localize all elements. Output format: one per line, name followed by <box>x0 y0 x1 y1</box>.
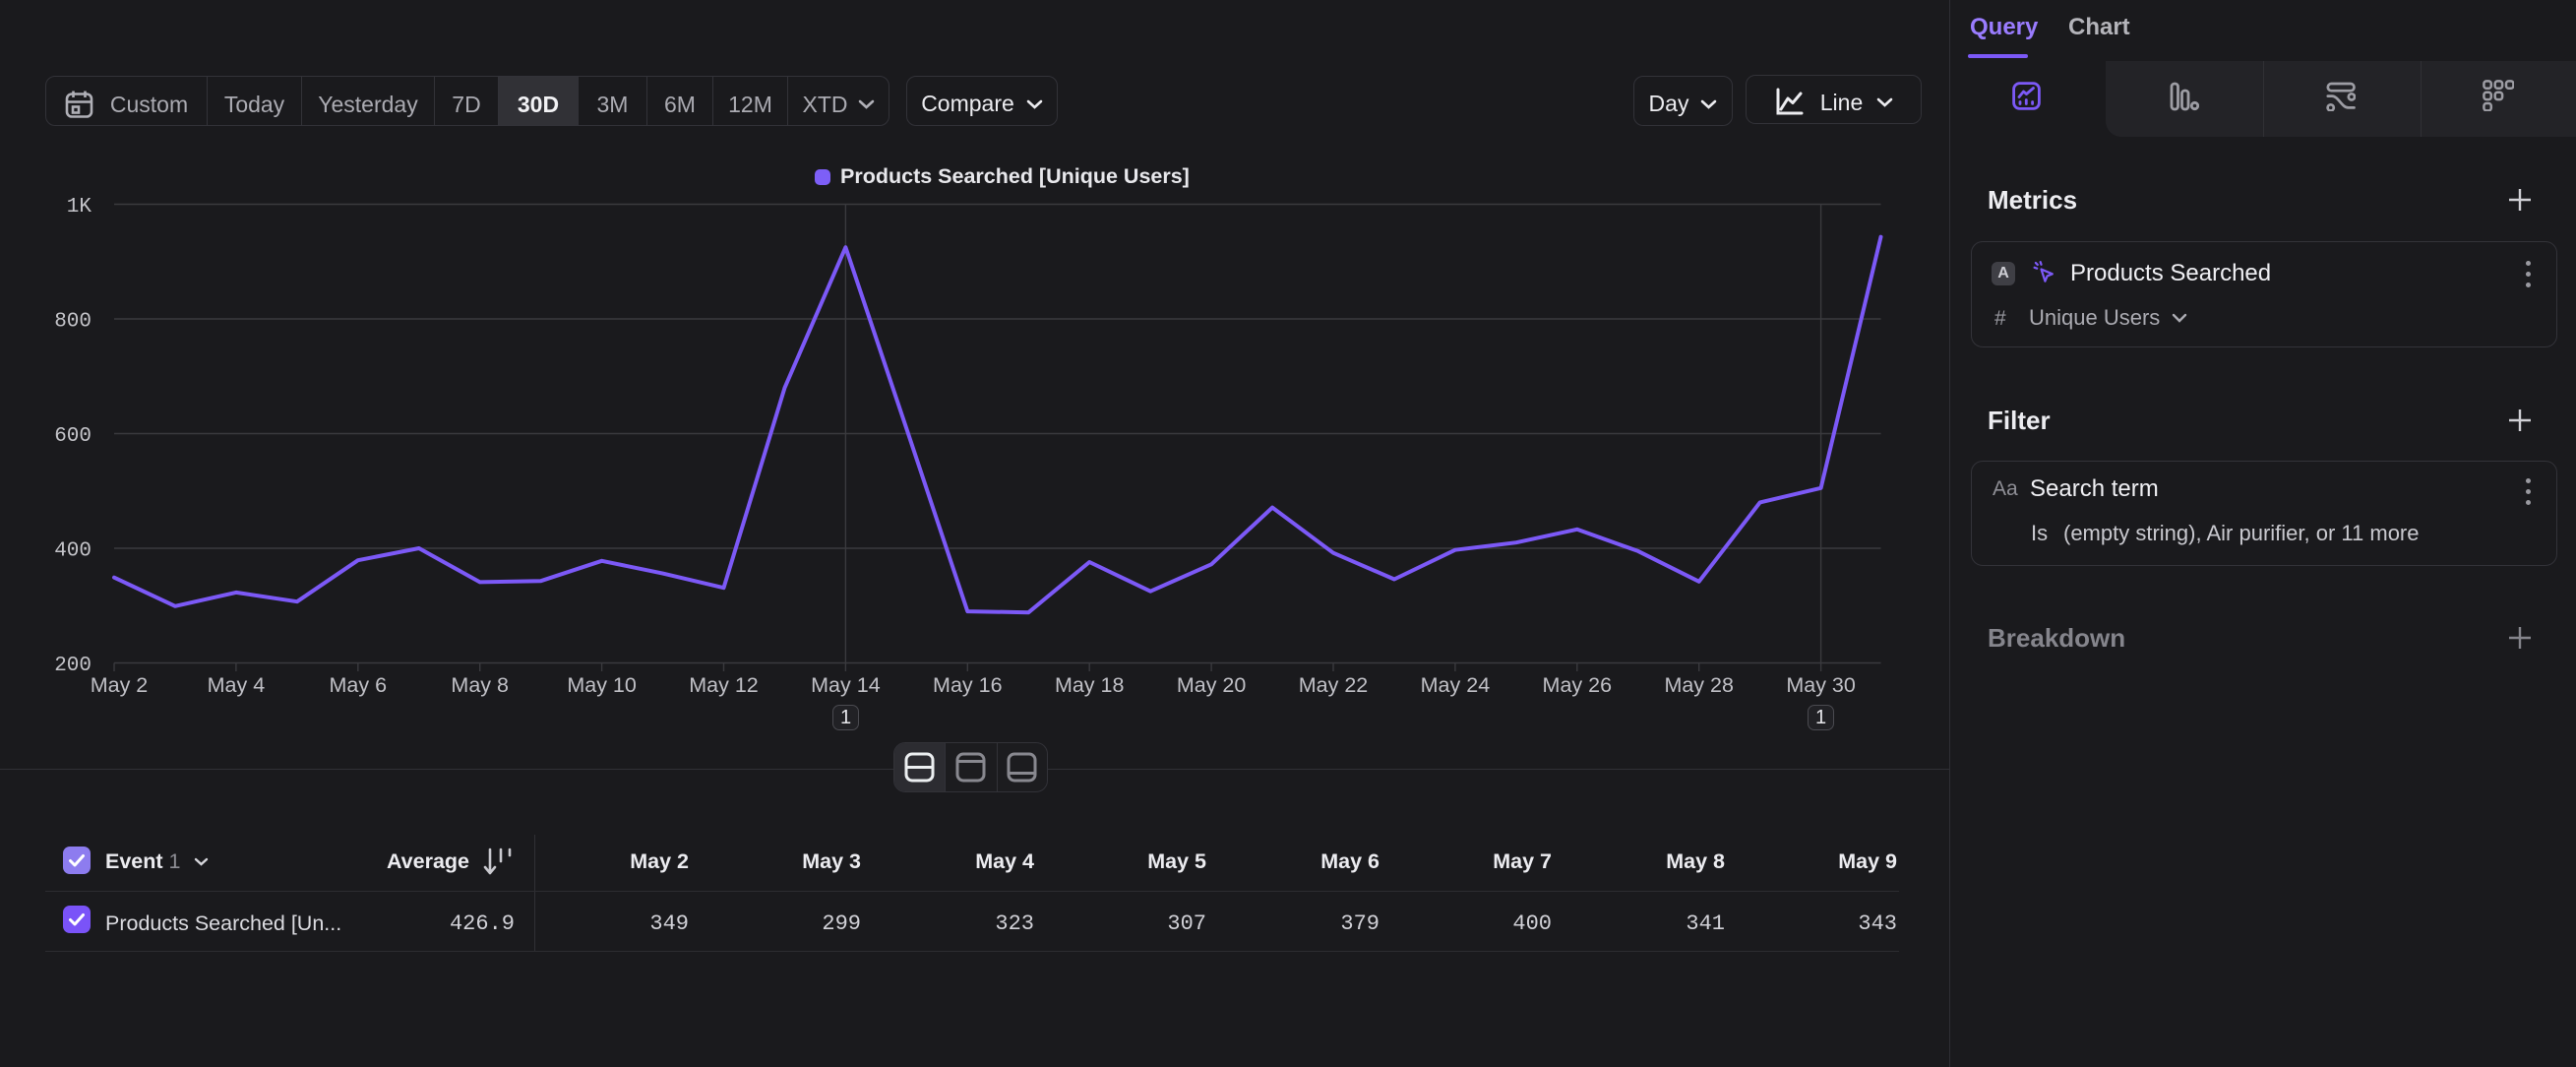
svg-text:May 26: May 26 <box>1543 673 1613 697</box>
svg-text:600: 600 <box>54 425 92 448</box>
svg-text:May 16: May 16 <box>933 673 1003 697</box>
svg-text:May 8: May 8 <box>451 673 509 697</box>
svg-text:May 4: May 4 <box>208 673 266 697</box>
svg-text:May 20: May 20 <box>1177 673 1247 697</box>
svg-text:May 12: May 12 <box>689 673 759 697</box>
svg-text:200: 200 <box>54 655 92 677</box>
svg-text:May 28: May 28 <box>1664 673 1734 697</box>
svg-text:May 18: May 18 <box>1055 673 1125 697</box>
svg-text:May 2: May 2 <box>91 673 149 697</box>
svg-text:400: 400 <box>54 540 92 563</box>
svg-text:1K: 1K <box>67 196 92 219</box>
svg-text:May 24: May 24 <box>1421 673 1491 697</box>
svg-text:May 14: May 14 <box>811 673 881 697</box>
svg-text:May 6: May 6 <box>330 673 388 697</box>
svg-text:800: 800 <box>54 311 92 334</box>
svg-text:May 30: May 30 <box>1786 673 1856 697</box>
svg-text:May 22: May 22 <box>1299 673 1369 697</box>
svg-text:May 10: May 10 <box>567 673 637 697</box>
